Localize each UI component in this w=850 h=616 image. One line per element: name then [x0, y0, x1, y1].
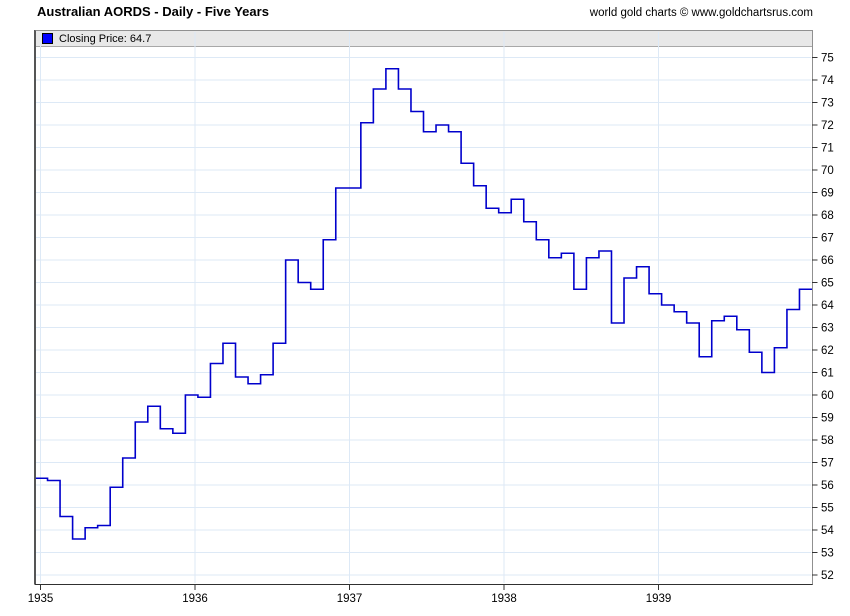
svg-text:72: 72 — [821, 120, 834, 132]
legend-swatch-icon — [42, 33, 53, 44]
svg-text:65: 65 — [821, 278, 834, 290]
svg-text:69: 69 — [821, 188, 834, 200]
svg-text:74: 74 — [821, 75, 834, 87]
svg-text:63: 63 — [821, 323, 834, 335]
legend-label: Closing Price: 64.7 — [59, 32, 152, 45]
svg-text:75: 75 — [821, 53, 834, 65]
svg-text:61: 61 — [821, 368, 834, 380]
svg-text:1938: 1938 — [491, 593, 517, 605]
price-chart: Closing Price: 64.7 — [35, 30, 813, 585]
svg-text:54: 54 — [821, 525, 834, 537]
chart-legend: Closing Price: 64.7 — [36, 31, 812, 47]
svg-text:1935: 1935 — [28, 593, 54, 605]
svg-text:68: 68 — [821, 210, 834, 222]
svg-text:58: 58 — [821, 435, 834, 447]
page-title: Australian AORDS - Daily - Five Years — [37, 4, 269, 19]
svg-text:1939: 1939 — [646, 593, 672, 605]
svg-text:73: 73 — [821, 98, 834, 110]
svg-text:71: 71 — [821, 143, 834, 155]
svg-text:56: 56 — [821, 480, 834, 492]
svg-text:62: 62 — [821, 345, 834, 357]
svg-text:52: 52 — [821, 570, 834, 582]
svg-text:67: 67 — [821, 233, 834, 245]
svg-text:60: 60 — [821, 390, 834, 402]
svg-text:57: 57 — [821, 458, 834, 470]
chart-credit: world gold charts © www.goldchartsrus.co… — [589, 7, 813, 19]
svg-text:1936: 1936 — [182, 593, 208, 605]
svg-text:66: 66 — [821, 255, 834, 267]
svg-text:64: 64 — [821, 300, 834, 312]
svg-text:55: 55 — [821, 503, 834, 515]
svg-text:1937: 1937 — [337, 593, 363, 605]
svg-text:70: 70 — [821, 165, 834, 177]
svg-text:59: 59 — [821, 413, 834, 425]
svg-text:53: 53 — [821, 548, 834, 560]
